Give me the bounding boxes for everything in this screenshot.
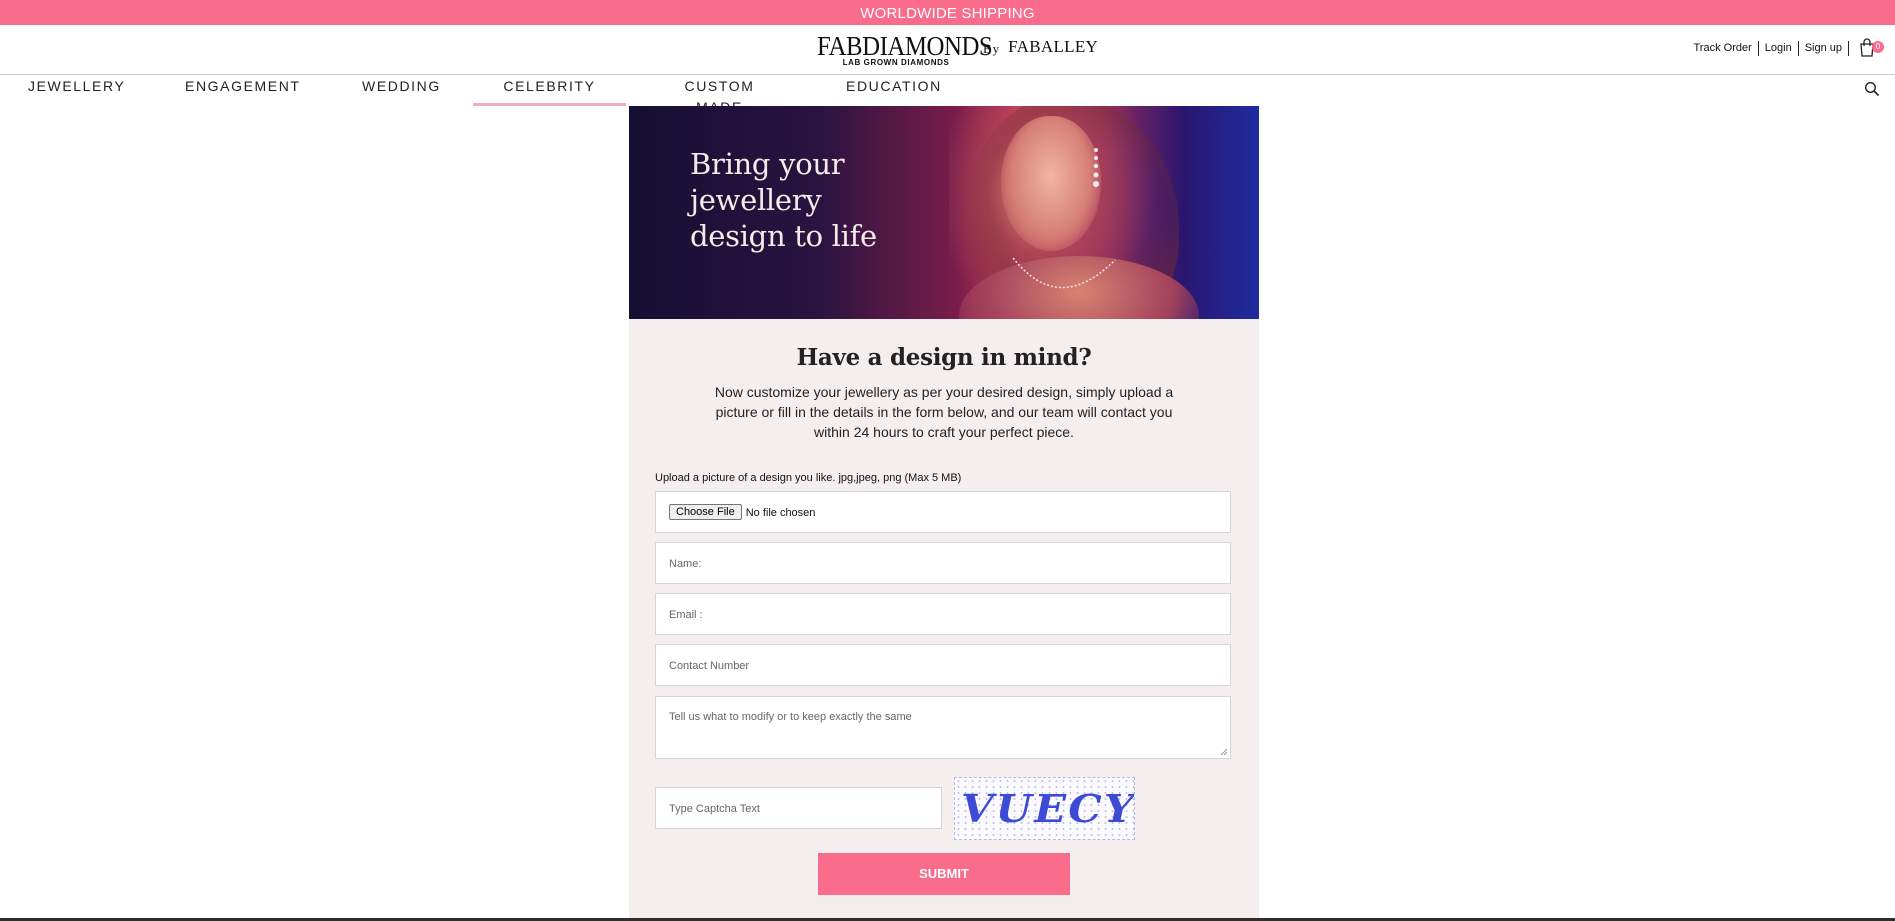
cart-count-badge: 0 [1872, 41, 1884, 53]
contact-number-input[interactable]: Contact Number [655, 644, 1231, 686]
nav-engagement[interactable]: ENGAGEMENT [185, 76, 299, 106]
resize-handle-icon[interactable] [1220, 748, 1228, 756]
file-upload-field[interactable]: Choose File No file chosen [655, 491, 1231, 533]
banner-model-face [1001, 116, 1101, 251]
signup-link[interactable]: Sign up [1799, 41, 1849, 56]
nav-wedding[interactable]: WEDDING [362, 76, 439, 106]
nav-celebrity[interactable]: CELEBRITY [473, 76, 626, 106]
site-logo[interactable]: FABDIAMONDS LAB GROWN DIAMONDS By FABALL… [817, 31, 1099, 68]
cart-icon[interactable]: 0 [1859, 38, 1884, 58]
form-description: Now customize your jewellery as per your… [714, 384, 1174, 440]
main-nav: JEWELLERY ENGAGEMENT WEDDING CELEBRITY C… [0, 76, 1895, 115]
captcha-code: VUECY [961, 786, 1135, 831]
banner-line-1: Bring your [690, 147, 845, 181]
logo-title: FABDIAMONDS [817, 31, 993, 61]
track-order-link[interactable]: Track Order [1688, 41, 1759, 56]
name-input[interactable]: Name: [655, 542, 1231, 584]
shipping-banner: WORLDWIDE SHIPPING [0, 0, 1895, 25]
submit-button[interactable]: SUBMIT [818, 853, 1070, 895]
search-icon[interactable] [1864, 81, 1880, 97]
site-header: FABDIAMONDS LAB GROWN DIAMONDS By FABALL… [0, 25, 1895, 75]
user-links: Track Order Login Sign up [1688, 41, 1849, 56]
choose-file-button[interactable]: Choose File [669, 504, 742, 521]
login-link[interactable]: Login [1759, 41, 1799, 56]
earring-graphic [1093, 148, 1099, 187]
nav-education[interactable]: EDUCATION [846, 76, 940, 106]
captcha-image: VUECY [954, 777, 1135, 840]
message-textarea[interactable]: Tell us what to modify or to keep exactl… [655, 696, 1231, 759]
logo-wordmark: FABDIAMONDS LAB GROWN DIAMONDS [817, 31, 993, 68]
nav-custom-made[interactable]: CUSTOM MADE [662, 76, 777, 115]
banner-headline: Bring your jewellery design to life [690, 146, 877, 254]
form-heading: Have a design in mind? [796, 344, 1092, 371]
banner-line-3: design to life [690, 219, 877, 253]
captcha-input[interactable]: Type Captcha Text [655, 787, 942, 829]
upload-label: Upload a picture of a design you like. j… [655, 472, 962, 484]
banner-line-2: jewellery [690, 183, 822, 217]
email-input[interactable]: Email : [655, 593, 1231, 635]
necklace-graphic [1012, 257, 1116, 289]
no-file-text: No file chosen [745, 507, 816, 520]
logo-brand: FABALLEY [1008, 37, 1099, 56]
hero-banner: Bring your jewellery design to life [629, 106, 1259, 319]
custom-design-form-panel: Have a design in mind? Now customize you… [629, 319, 1259, 921]
nav-jewellery[interactable]: JEWELLERY [28, 76, 124, 106]
message-placeholder: Tell us what to modify or to keep exactl… [669, 711, 912, 723]
